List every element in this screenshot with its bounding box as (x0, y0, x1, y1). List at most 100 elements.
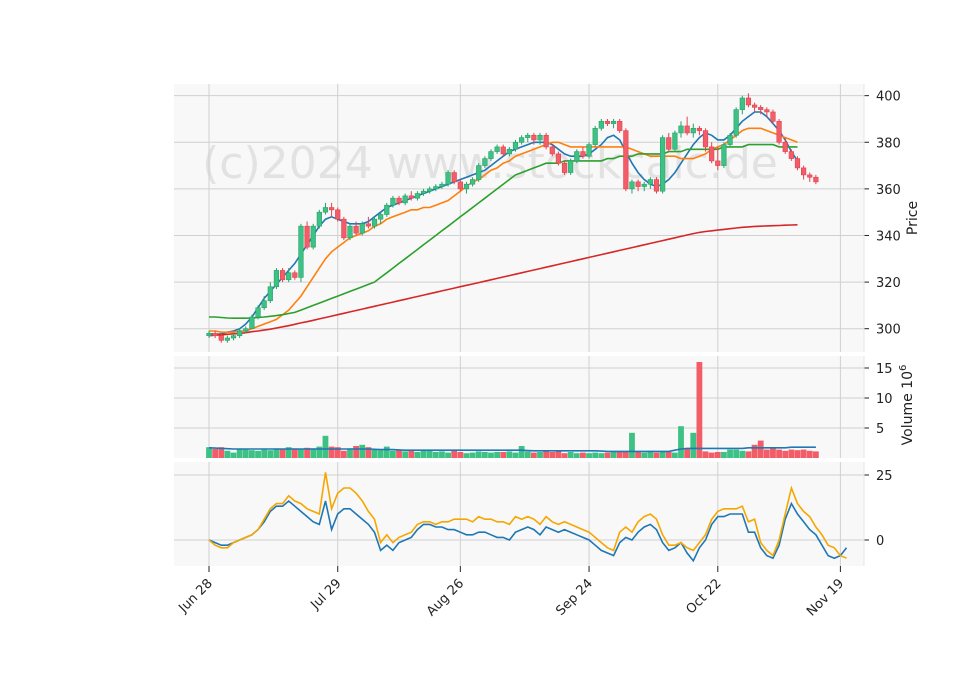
candle-body (286, 272, 292, 281)
oscillator-panel-bg (174, 462, 864, 566)
candle-body (610, 120, 617, 124)
candle-body (347, 225, 353, 239)
candle-body (445, 172, 451, 185)
volume-bar (580, 452, 586, 458)
candle-body (304, 225, 310, 248)
candle-body (672, 132, 678, 150)
volume-bar (371, 449, 378, 458)
volume-axis-label-text: Volume 10 (900, 371, 916, 445)
volume-bar (543, 450, 550, 458)
volume-bar (616, 452, 623, 458)
candle-body (709, 146, 715, 162)
volume-bar (641, 452, 648, 458)
candle-body (402, 195, 408, 204)
candle-body (537, 134, 543, 141)
volume-bar (794, 450, 801, 458)
candle-body (727, 134, 733, 145)
volume-bar (678, 426, 684, 458)
candle-body (629, 181, 635, 190)
x-tick-label: Jun 28 (176, 576, 216, 616)
volume-y-tick-label: 5 (876, 422, 884, 437)
candle-body (469, 179, 476, 185)
candle-body (408, 195, 414, 199)
candle-body (531, 134, 537, 141)
candle-body (335, 209, 341, 220)
candle-body (433, 186, 439, 190)
volume-bar (721, 452, 727, 458)
volume-bar (610, 452, 617, 458)
candle-body (328, 207, 335, 211)
candle-body (457, 181, 463, 190)
volume-bar (739, 450, 746, 458)
price-panel-bg (174, 84, 864, 352)
candle-body (212, 333, 218, 336)
volume-bar (757, 440, 764, 458)
volume-bar (390, 450, 396, 458)
volume-bar (488, 452, 494, 458)
volume-bar (782, 450, 789, 458)
candle-body (794, 158, 801, 169)
volume-bar (659, 452, 666, 458)
volume-bar (812, 451, 819, 458)
candle-body (715, 160, 721, 166)
volume-bar (402, 451, 409, 458)
candle-body (488, 151, 494, 159)
candle-body (414, 193, 421, 199)
candle-body (641, 183, 647, 187)
volume-bar (273, 448, 280, 458)
volume-bar (206, 447, 212, 458)
volume-bar (561, 453, 568, 458)
candle-body (279, 270, 286, 281)
x-tick-label: Aug 26 (424, 576, 467, 619)
price-y-tick-label: 380 (876, 136, 901, 151)
volume-bar (622, 452, 629, 458)
candle-body (439, 183, 445, 187)
candle-body (255, 307, 261, 318)
candle-body (237, 330, 243, 336)
volume-bar (696, 362, 703, 458)
candle-body (684, 125, 690, 134)
volume-bar (457, 452, 464, 458)
candle-body (230, 335, 237, 339)
volume-bar (690, 432, 697, 458)
candle-body (647, 179, 653, 185)
candle-body (292, 272, 298, 278)
volume-bar (298, 449, 304, 458)
volume-bar (727, 449, 733, 458)
candle-body (745, 97, 752, 106)
candle-body (206, 333, 212, 336)
volume-bar (745, 451, 752, 458)
volume-bar (267, 450, 274, 458)
volume-bar (359, 444, 366, 458)
volume-bar (714, 452, 721, 458)
volume-bar (236, 449, 243, 458)
candle-body (733, 109, 739, 136)
volume-bar (469, 452, 476, 458)
candle-body (365, 223, 371, 227)
volume-bar (500, 452, 507, 458)
x-tick-label: Nov 19 (804, 576, 847, 619)
candle-body (702, 130, 709, 148)
volume-axis-exponent: 6 (898, 365, 909, 371)
volume-bar (635, 452, 641, 458)
candle-body (696, 127, 702, 131)
volume-bar (776, 449, 782, 458)
volume-bar (518, 446, 525, 458)
volume-bar (549, 452, 556, 458)
candle-body (310, 225, 316, 248)
volume-bar (512, 452, 519, 458)
candle-body (371, 218, 378, 227)
candle-body (678, 125, 684, 134)
candle-body (617, 120, 623, 131)
candle-body (243, 328, 249, 332)
volume-bar (255, 450, 261, 458)
volume-bar (347, 448, 353, 458)
volume-bar (671, 452, 678, 458)
volume-bar (665, 452, 672, 458)
volume-bar (396, 449, 402, 458)
volume-bar (310, 448, 317, 458)
volume-bar (439, 451, 445, 458)
candle-body (384, 204, 390, 215)
candle-body (604, 120, 611, 124)
volume-bar (598, 453, 605, 458)
